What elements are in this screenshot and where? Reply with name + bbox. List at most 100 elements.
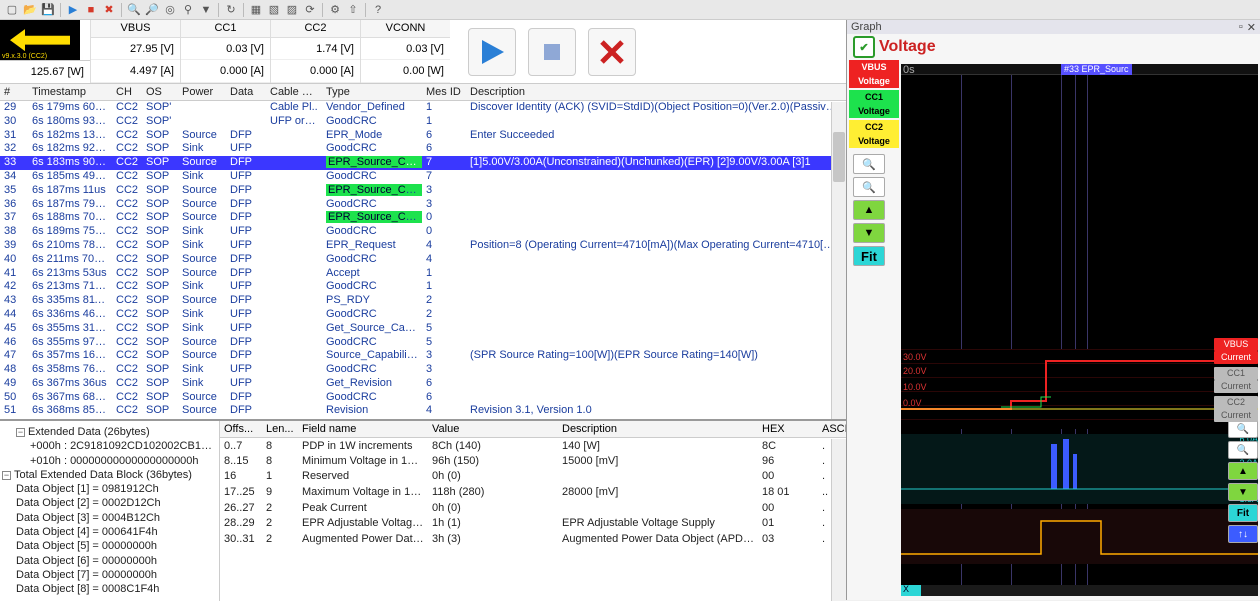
tree-node[interactable]: +010h : 00000000000000000000h [2, 454, 217, 468]
table-row[interactable]: 356s 187ms 11usCC2SOPSourceDFPEPR_Source… [0, 184, 846, 198]
column-header[interactable]: ASCII [818, 421, 846, 438]
help-button[interactable]: ? [370, 2, 386, 18]
fit-button[interactable]: Fit [853, 246, 885, 266]
table-row[interactable]: 466s 355ms 970...CC2SOPSourceDFPGoodCRC5 [0, 335, 846, 349]
play-button[interactable] [468, 28, 516, 76]
scroll-down-button[interactable]: ▼ [853, 223, 885, 243]
table-row[interactable]: 0..78PDP in 1W increments8Ch (140)140 [W… [220, 438, 846, 454]
tree-node[interactable]: Data Object [2] = 0002D12Ch [2, 496, 217, 510]
tree-node[interactable]: −Total Extended Data Block (36bytes) [2, 468, 217, 482]
close-button[interactable]: ✖ [101, 2, 117, 18]
column-header[interactable]: Timestamp [28, 84, 112, 101]
legend-cc1[interactable]: CC1 [849, 90, 899, 104]
table-row[interactable]: 26..272Peak Current0h (0)00. [220, 500, 846, 516]
grid2-button[interactable]: ▧ [266, 2, 282, 18]
tree-node[interactable]: Data Object [6] = 00000000h [2, 554, 217, 568]
voltage-check-icon[interactable]: ✔ [853, 36, 875, 58]
table-row[interactable]: 486s 358ms 765...CC2SOPSinkUFPGoodCRC3 [0, 363, 846, 377]
table-row[interactable]: 306s 180ms 930...CC2SOP'UFP or D..GoodCR… [0, 115, 846, 129]
legend-vbus[interactable]: VBUS [849, 60, 899, 74]
column-header[interactable]: Mes ID [422, 84, 466, 101]
find-b-button[interactable]: 🔎 [144, 2, 160, 18]
table-row[interactable]: 28..292EPR Adjustable Voltage Su...1h (1… [220, 515, 846, 531]
table-row[interactable]: 161Reserved0h (0)00. [220, 469, 846, 485]
data-object-tree[interactable]: −Extended Data (26bytes)+000h : 2C918109… [0, 421, 220, 601]
stop-button[interactable] [588, 28, 636, 76]
badge-vbus-c[interactable]: VBUS [1214, 338, 1258, 351]
stop-button[interactable]: ■ [83, 2, 99, 18]
up-2-button[interactable]: ▲ [1228, 462, 1258, 480]
column-header[interactable]: Data [226, 84, 266, 101]
tree-node[interactable]: Data Object [4] = 000641F4h [2, 525, 217, 539]
table-row[interactable]: 416s 213ms 53usCC2SOPSourceDFPAccept1 [0, 266, 846, 280]
table-row[interactable]: 436s 335ms 811...CC2SOPSourceDFPPS_RDY2 [0, 294, 846, 308]
column-header[interactable]: Type [322, 84, 422, 101]
pause-button[interactable] [528, 28, 576, 76]
close-icon[interactable]: ✕ [1247, 21, 1256, 34]
column-header[interactable]: Cable Pl... [266, 84, 322, 101]
new-button[interactable]: ▢ [4, 2, 20, 18]
table-row[interactable]: 386s 189ms 757...CC2SOPSinkUFPGoodCRC0 [0, 225, 846, 239]
column-header[interactable]: # [0, 84, 28, 101]
tree-node[interactable]: Data Object [5] = 00000000h [2, 539, 217, 553]
column-header[interactable]: CH [112, 84, 142, 101]
packet-scrollbar[interactable] [831, 102, 846, 419]
graph-panel-header[interactable]: Graph ▫ ✕ [847, 20, 1260, 34]
legend-cc2[interactable]: CC2 [849, 120, 899, 134]
zoom-out-2-button[interactable]: 🔍 [1228, 441, 1258, 459]
time-scrollbar[interactable]: X [901, 585, 1258, 596]
refresh-button[interactable]: ↻ [223, 2, 239, 18]
column-header[interactable]: Description [466, 84, 846, 101]
table-row[interactable]: 496s 367ms 36usCC2SOPSinkUFPGet_Revision… [0, 377, 846, 391]
table-row[interactable]: 336s 183ms 901...CC2SOPSourceDFPEPR_Sour… [0, 156, 846, 170]
funnel-button[interactable]: ▼ [198, 2, 214, 18]
table-row[interactable]: 376s 188ms 700...CC2SOPSourceDFPEPR_Sour… [0, 211, 846, 225]
table-row[interactable]: 446s 336ms 466...CC2SOPSinkUFPGoodCRC2 [0, 308, 846, 322]
table-row[interactable]: 8..158Minimum Voltage in 100m...96h (150… [220, 453, 846, 469]
waveform-plot[interactable]: 0s #33 EPR_Sourc 30.0V 20.0V 10.0V 0.0V [901, 64, 1258, 596]
grid1-button[interactable]: ▦ [248, 2, 264, 18]
column-header[interactable]: Power [178, 84, 226, 101]
pin-icon[interactable]: ▫ [1239, 21, 1243, 34]
field-detail-table[interactable]: Offs...Len...Field nameValueDescriptionH… [220, 421, 846, 601]
table-row[interactable]: 396s 210ms 782...CC2SOPSinkUFPEPR_Reques… [0, 239, 846, 253]
table-row[interactable]: 406s 211ms 703...CC2SOPSourceDFPGoodCRC4 [0, 253, 846, 267]
scroll-up-button[interactable]: ▲ [853, 200, 885, 220]
tree-node[interactable]: Data Object [8] = 0008C1F4h [2, 582, 217, 596]
zoom-out-button[interactable]: 🔍 [853, 177, 885, 197]
column-header[interactable]: Field name [298, 421, 428, 438]
down-2-button[interactable]: ▼ [1228, 483, 1258, 501]
badge-cc1-c[interactable]: CC1 [1214, 367, 1258, 380]
save-button[interactable]: 💾 [40, 2, 56, 18]
target-button[interactable]: ◎ [162, 2, 178, 18]
gear-button[interactable]: ⚙ [327, 2, 343, 18]
open-button[interactable]: 📂 [22, 2, 38, 18]
table-row[interactable]: 516s 368ms 855...CC2SOPSourceDFPRevision… [0, 404, 846, 418]
table-row[interactable]: 426s 213ms 710...CC2SOPSinkUFPGoodCRC1 [0, 280, 846, 294]
table-row[interactable]: 456s 355ms 319...CC2SOPSinkUFPGet_Source… [0, 322, 846, 336]
zoom-in-button[interactable]: 🔍 [853, 154, 885, 174]
find-a-button[interactable]: 🔍 [126, 2, 142, 18]
badge-cc2-c[interactable]: CC2 [1214, 396, 1258, 409]
column-header[interactable]: HEX [758, 421, 818, 438]
table-row[interactable]: 366s 187ms 797...CC2SOPSourceDFPGoodCRC3 [0, 197, 846, 211]
tree-node[interactable]: Data Object [3] = 0004B12Ch [2, 511, 217, 525]
column-header[interactable]: Description [558, 421, 758, 438]
cycle-button[interactable]: ⟳ [302, 2, 318, 18]
filter-button[interactable]: ⚲ [180, 2, 196, 18]
play-button[interactable]: ▶ [65, 2, 81, 18]
column-header[interactable]: Len... [262, 421, 298, 438]
table-row[interactable]: 476s 357ms 166...CC2SOPSourceDFPSource_C… [0, 349, 846, 363]
tree-node[interactable]: +000h : 2C9181092CD102002CB10400 [2, 439, 217, 453]
time-scroll-thumb[interactable]: X [901, 585, 921, 596]
table-row[interactable]: 506s 367ms 689...CC2SOPSourceDFPGoodCRC6 [0, 391, 846, 405]
packet-table[interactable]: #TimestampCHOSPowerDataCable Pl...TypeMe… [0, 84, 846, 420]
time-marker[interactable]: #33 EPR_Sourc [1061, 64, 1132, 75]
table-row[interactable]: 30..312Augmented Power Data O...3h (3)Au… [220, 531, 846, 547]
tree-node[interactable]: −Extended Data (26bytes) [2, 425, 217, 439]
grid3-button[interactable]: ▨ [284, 2, 300, 18]
table-row[interactable]: 326s 182ms 928...CC2SOPSinkUFPGoodCRC6 [0, 142, 846, 156]
table-row[interactable]: 296s 179ms 608...CC2SOP'Cable Pl..Vendor… [0, 101, 846, 115]
table-row[interactable]: 316s 182ms 139...CC2SOPSourceDFPEPR_Mode… [0, 129, 846, 143]
tree-node[interactable]: Data Object [7] = 00000000h [2, 568, 217, 582]
